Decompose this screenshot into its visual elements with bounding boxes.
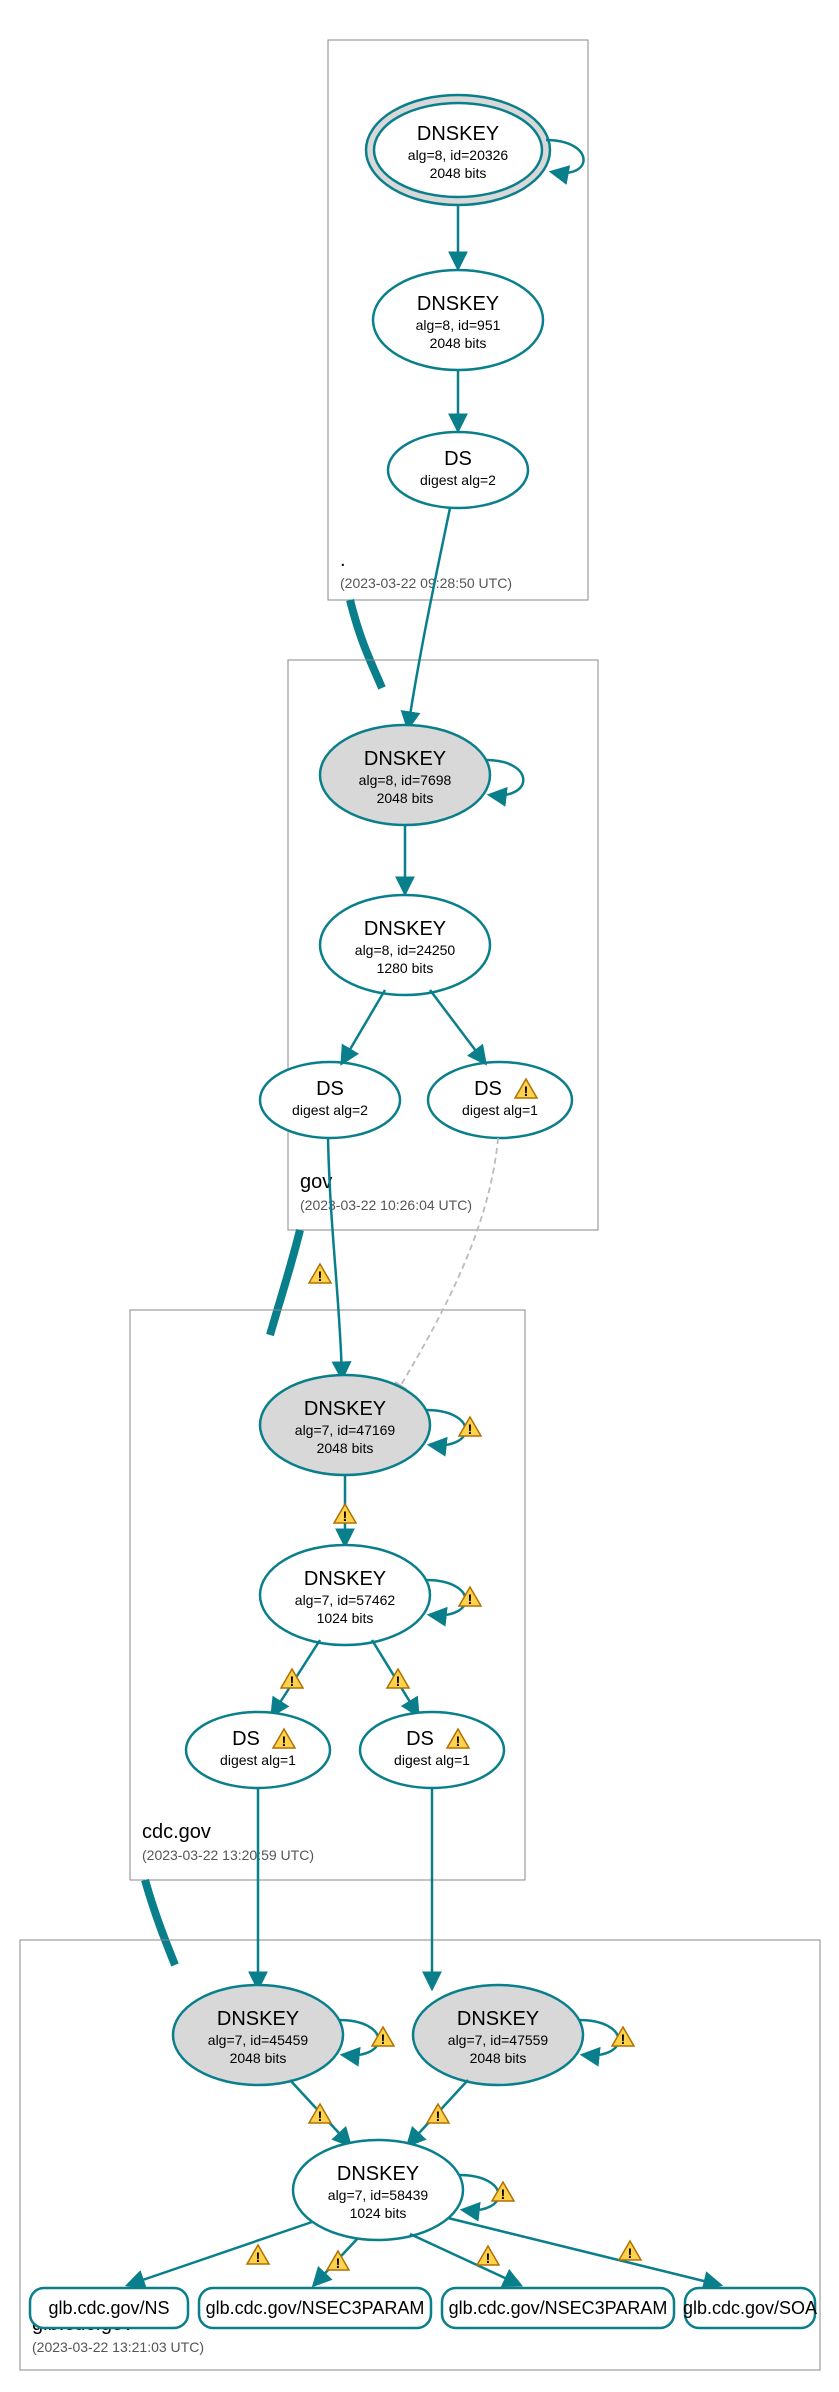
edge-glb-zsk-self bbox=[459, 2175, 499, 2210]
svg-text:alg=8, id=20326: alg=8, id=20326 bbox=[408, 147, 509, 163]
edge-gov-ds1-cdc-ksk bbox=[328, 1138, 342, 1378]
warning-icon bbox=[427, 2104, 449, 2124]
svg-text:alg=7, id=57462: alg=7, id=57462 bbox=[295, 1592, 396, 1608]
svg-text:DS: DS bbox=[406, 1728, 434, 1750]
svg-text:digest alg=2: digest alg=2 bbox=[292, 1102, 368, 1118]
edge-glb-ksk2-self bbox=[579, 2020, 619, 2055]
svg-text:alg=8, id=951: alg=8, id=951 bbox=[416, 317, 501, 333]
zone-root-label: . bbox=[340, 549, 346, 571]
warning-icon bbox=[247, 2245, 269, 2265]
svg-text:2048 bits: 2048 bits bbox=[317, 1440, 374, 1456]
svg-text:glb.cdc.gov/NSEC3PARAM: glb.cdc.gov/NSEC3PARAM bbox=[206, 2298, 425, 2318]
rr-nsec3param-a: glb.cdc.gov/NSEC3PARAM bbox=[199, 2288, 431, 2328]
edge-root-ds-gov-ksk bbox=[408, 508, 450, 728]
svg-text:DS: DS bbox=[444, 448, 472, 470]
svg-text:alg=8, id=7698: alg=8, id=7698 bbox=[359, 772, 452, 788]
warning-icon bbox=[334, 1504, 356, 1524]
svg-text:2048 bits: 2048 bits bbox=[230, 2050, 287, 2066]
edge-glb-zsk-nsec3b bbox=[410, 2234, 520, 2285]
svg-text:DNSKEY: DNSKEY bbox=[364, 748, 446, 770]
svg-text:2048 bits: 2048 bits bbox=[377, 790, 434, 806]
node-glb-zsk: DNSKEY alg=7, id=58439 1024 bits bbox=[293, 2140, 463, 2240]
svg-text:DS: DS bbox=[316, 1078, 344, 1100]
node-root-ds: DS digest alg=2 bbox=[388, 432, 528, 508]
zone-cdc-label: cdc.gov bbox=[142, 1821, 211, 1843]
svg-text:1024 bits: 1024 bits bbox=[317, 1610, 374, 1626]
edge-glb-zsk-ns bbox=[128, 2222, 312, 2285]
node-root-ksk: DNSKEY alg=8, id=20326 2048 bits bbox=[366, 95, 550, 205]
svg-text:DNSKEY: DNSKEY bbox=[217, 2008, 299, 2030]
svg-text:1280 bits: 1280 bits bbox=[377, 960, 434, 976]
edge-gov-zsk-ds2 bbox=[430, 990, 485, 1063]
svg-text:2048 bits: 2048 bits bbox=[430, 335, 487, 351]
node-root-zsk: DNSKEY alg=8, id=951 2048 bits bbox=[373, 270, 543, 370]
edge-gov-zsk-ds1 bbox=[342, 990, 385, 1063]
rr-ns: glb.cdc.gov/NS bbox=[30, 2288, 188, 2328]
zone-gov-ts: (2023-03-22 10:26:04 UTC) bbox=[300, 1197, 472, 1213]
node-gov-ds1: DS digest alg=2 bbox=[260, 1062, 400, 1138]
svg-text:digest alg=1: digest alg=1 bbox=[220, 1752, 296, 1768]
node-gov-zsk: DNSKEY alg=8, id=24250 1280 bits bbox=[320, 895, 490, 995]
warning-icon bbox=[327, 2251, 349, 2271]
rr-nsec3param-b: glb.cdc.gov/NSEC3PARAM bbox=[442, 2288, 674, 2328]
node-gov-ds2: DS digest alg=1 bbox=[428, 1062, 572, 1138]
edge-root-ksk-self bbox=[546, 140, 584, 173]
node-cdc-ds1: DS digest alg=1 bbox=[186, 1712, 330, 1788]
edge-delegation-cdc-glb bbox=[145, 1880, 175, 1965]
svg-text:DNSKEY: DNSKEY bbox=[304, 1568, 386, 1590]
svg-text:alg=7, id=45459: alg=7, id=45459 bbox=[208, 2032, 309, 2048]
edge-gov-ksk-self bbox=[486, 760, 523, 795]
svg-text:1024 bits: 1024 bits bbox=[350, 2205, 407, 2221]
edge-delegation-gov-cdc bbox=[270, 1230, 300, 1335]
svg-text:glb.cdc.gov/SOA: glb.cdc.gov/SOA bbox=[683, 2298, 817, 2318]
edge-gov-ds2-cdc-ksk bbox=[395, 1138, 498, 1395]
svg-text:alg=7, id=47559: alg=7, id=47559 bbox=[448, 2032, 549, 2048]
svg-text:DNSKEY: DNSKEY bbox=[364, 918, 446, 940]
edge-delegation-root-gov bbox=[350, 600, 382, 688]
zone-cdc-ts: (2023-03-22 13:20:59 UTC) bbox=[142, 1847, 314, 1863]
edge-cdc-zsk-self bbox=[426, 1580, 466, 1615]
zone-glb-ts: (2023-03-22 13:21:03 UTC) bbox=[32, 2339, 204, 2355]
node-cdc-ds2: DS digest alg=1 bbox=[360, 1712, 504, 1788]
dnssec-graph: ! . (2023-03-22 09:28:50 UTC) DNSKEY alg… bbox=[0, 0, 839, 2392]
node-cdc-ksk: DNSKEY alg=7, id=47169 2048 bits bbox=[260, 1375, 430, 1475]
warning-icon bbox=[309, 2104, 331, 2124]
svg-text:2048 bits: 2048 bits bbox=[430, 165, 487, 181]
zone-gov-label: gov bbox=[300, 1171, 332, 1193]
warning-icon bbox=[619, 2241, 641, 2261]
svg-text:alg=8, id=24250: alg=8, id=24250 bbox=[355, 942, 456, 958]
svg-text:alg=7, id=47169: alg=7, id=47169 bbox=[295, 1422, 396, 1438]
svg-text:DNSKEY: DNSKEY bbox=[417, 293, 499, 315]
node-cdc-zsk: DNSKEY alg=7, id=57462 1024 bits bbox=[260, 1545, 430, 1645]
warning-icon bbox=[309, 1264, 331, 1284]
svg-text:digest alg=1: digest alg=1 bbox=[462, 1102, 538, 1118]
svg-text:DNSKEY: DNSKEY bbox=[337, 2163, 419, 2185]
rr-soa: glb.cdc.gov/SOA bbox=[683, 2288, 817, 2328]
svg-text:glb.cdc.gov/NS: glb.cdc.gov/NS bbox=[48, 2298, 169, 2318]
svg-text:DS: DS bbox=[232, 1728, 260, 1750]
svg-text:glb.cdc.gov/NSEC3PARAM: glb.cdc.gov/NSEC3PARAM bbox=[449, 2298, 668, 2318]
svg-text:DNSKEY: DNSKEY bbox=[417, 123, 499, 145]
svg-text:DNSKEY: DNSKEY bbox=[304, 1398, 386, 1420]
edge-cdc-ksk-self bbox=[426, 1410, 466, 1445]
node-glb-ksk1: DNSKEY alg=7, id=45459 2048 bits bbox=[173, 1985, 343, 2085]
svg-text:DNSKEY: DNSKEY bbox=[457, 2008, 539, 2030]
svg-text:digest alg=1: digest alg=1 bbox=[394, 1752, 470, 1768]
warning-icon bbox=[477, 2246, 499, 2266]
svg-text:2048 bits: 2048 bits bbox=[470, 2050, 527, 2066]
svg-text:DS: DS bbox=[474, 1078, 502, 1100]
svg-text:digest alg=2: digest alg=2 bbox=[420, 472, 496, 488]
node-glb-ksk2: DNSKEY alg=7, id=47559 2048 bits bbox=[413, 1985, 583, 2085]
node-gov-ksk: DNSKEY alg=8, id=7698 2048 bits bbox=[320, 725, 490, 825]
zone-root-ts: (2023-03-22 09:28:50 UTC) bbox=[340, 575, 512, 591]
edge-glb-ksk1-self bbox=[339, 2020, 379, 2055]
svg-text:alg=7, id=58439: alg=7, id=58439 bbox=[328, 2187, 429, 2203]
